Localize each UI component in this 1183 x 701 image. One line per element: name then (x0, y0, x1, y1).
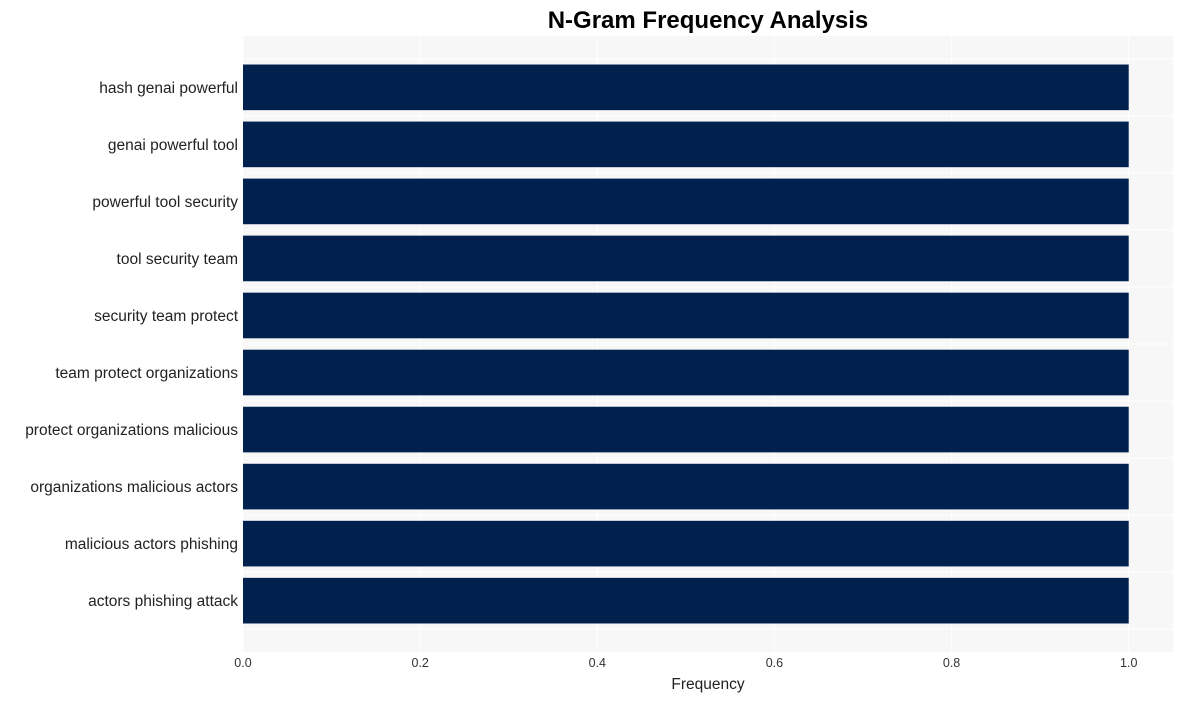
y-tick-label: tool security team (117, 251, 238, 268)
x-tick-label: 0.0 (234, 656, 251, 670)
x-tick-label: 0.6 (766, 656, 783, 670)
bar (243, 406, 1129, 453)
bar (243, 235, 1129, 282)
x-axis-ticks: 0.0 0.2 0.4 0.6 0.8 1.0 (234, 656, 1137, 670)
y-tick-label: actors phishing attack (88, 593, 238, 610)
x-tick-label: 0.2 (411, 656, 428, 670)
y-tick-label: malicious actors phishing (65, 536, 238, 553)
bar (243, 178, 1129, 225)
bar (243, 64, 1129, 111)
bar (243, 520, 1129, 567)
y-tick-label: powerful tool security (92, 194, 238, 211)
bar (243, 349, 1129, 396)
y-tick-label: protect organizations malicious (25, 422, 238, 439)
y-tick-label: hash genai powerful (99, 80, 238, 97)
x-tick-label: 1.0 (1120, 656, 1137, 670)
x-tick-label: 0.8 (943, 656, 960, 670)
y-tick-label: genai powerful tool (108, 137, 238, 154)
bar (243, 292, 1129, 339)
y-tick-label: security team protect (94, 308, 239, 325)
ngram-chart: hash genai powerful genai powerful tool po… (25, 7, 1173, 693)
bar (243, 121, 1129, 168)
chart-title: N-Gram Frequency Analysis (548, 7, 869, 34)
y-tick-label: organizations malicious actors (30, 479, 238, 496)
bar (243, 577, 1129, 624)
x-tick-label: 0.4 (589, 656, 606, 670)
bar (243, 463, 1129, 510)
y-axis-labels: hash genai powerful genai powerful tool po… (25, 80, 239, 610)
x-axis-label: Frequency (671, 676, 744, 693)
y-tick-label: team protect organizations (55, 365, 238, 382)
